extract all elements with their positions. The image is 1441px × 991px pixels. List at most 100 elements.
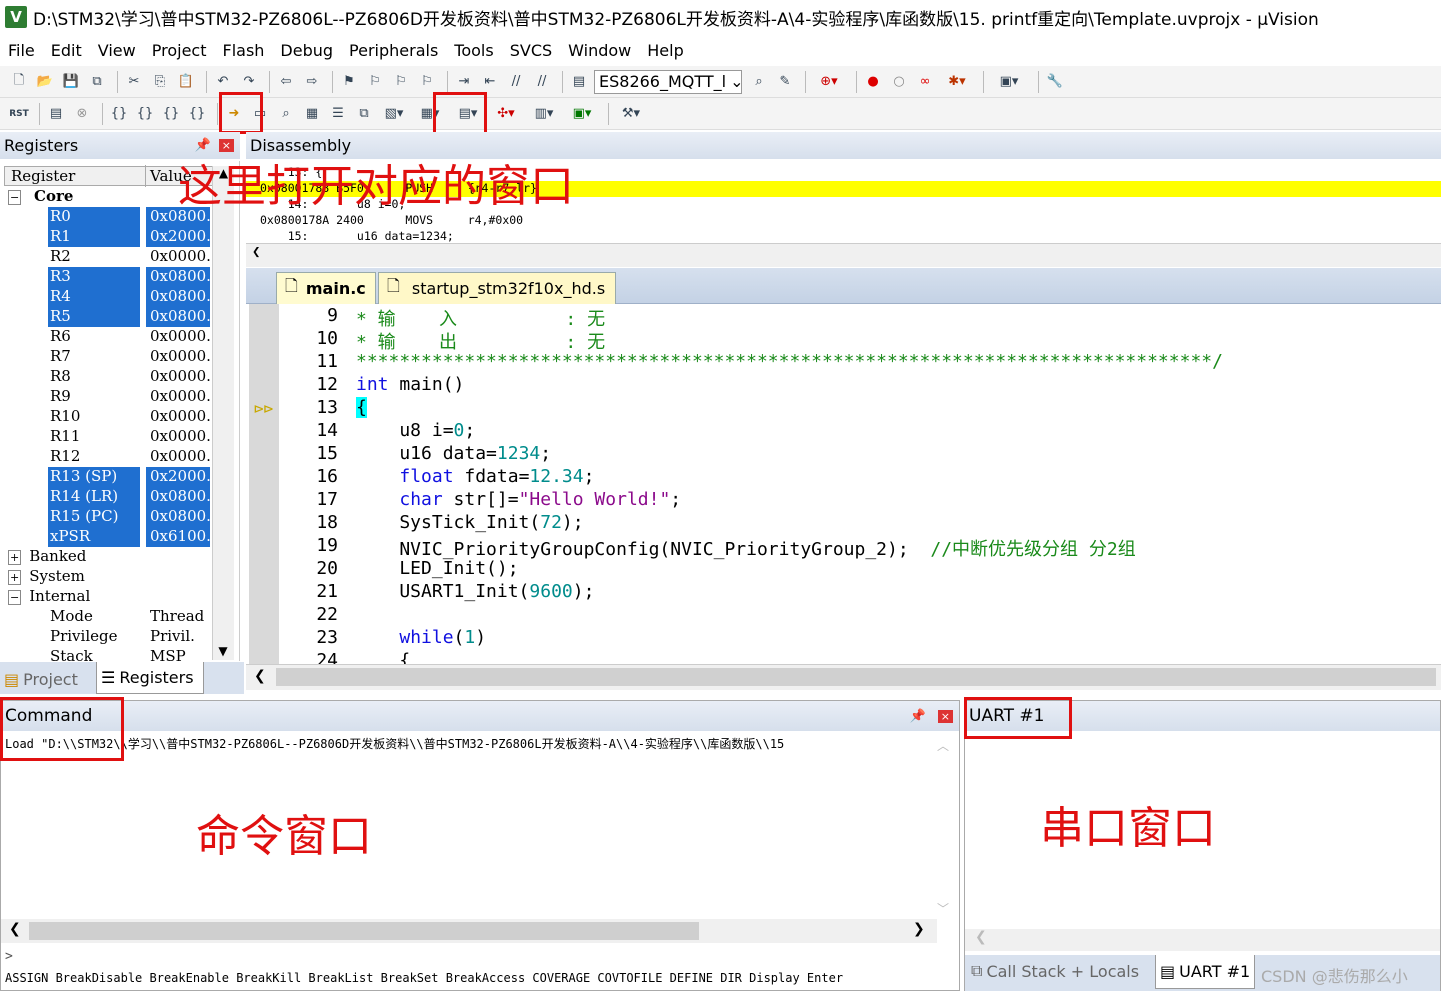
step-into-icon[interactable]: {} bbox=[108, 103, 130, 125]
menu-view[interactable]: View bbox=[90, 41, 144, 60]
bookmark-icon[interactable]: ⚑ bbox=[338, 71, 360, 93]
register-value[interactable]: 0x0800. bbox=[146, 487, 210, 507]
scroll-left-icon[interactable]: ❮ bbox=[975, 929, 987, 945]
menu-tools[interactable]: Tools bbox=[446, 41, 501, 60]
scroll-left-icon[interactable]: ❮ bbox=[9, 921, 21, 937]
new-file-icon[interactable]: 🗋 bbox=[8, 71, 30, 93]
close-icon[interactable]: × bbox=[937, 709, 953, 723]
nav-forward-icon[interactable]: ⇨ bbox=[301, 71, 323, 93]
undo-icon[interactable]: ↶ bbox=[212, 71, 234, 93]
uncomment-icon[interactable]: // bbox=[531, 71, 553, 93]
tab-startup[interactable]: 🗋 startup_stm32f10x_hd.s bbox=[378, 272, 616, 304]
menu-peripherals[interactable]: Peripherals bbox=[341, 41, 446, 60]
bookmark-next-icon[interactable]: ⚐ bbox=[390, 71, 412, 93]
code-line[interactable]: 17 char str[]="Hello World!"; bbox=[246, 489, 1441, 512]
code-line[interactable]: 9 * 输 入 : 无 bbox=[246, 305, 1441, 330]
code-line[interactable]: 24 { bbox=[246, 650, 1441, 664]
trace-window-icon[interactable]: ▥▾ bbox=[527, 103, 561, 125]
register-row[interactable]: R10 0x0000. bbox=[0, 407, 212, 427]
register-value[interactable]: 0x6100. bbox=[146, 527, 210, 547]
scroll-thumb[interactable] bbox=[29, 922, 699, 940]
menu-project[interactable]: Project bbox=[144, 41, 215, 60]
register-row[interactable]: R14 (LR) 0x0800. bbox=[0, 487, 212, 507]
code-line[interactable]: 13{ bbox=[246, 397, 1441, 420]
register-row[interactable]: R6 0x0000. bbox=[0, 327, 212, 347]
expand-icon[interactable]: + bbox=[8, 550, 22, 565]
register-column-header[interactable]: Register bbox=[11, 167, 75, 185]
code-line[interactable]: 19 NVIC_PriorityGroupConfig(NVIC_Priorit… bbox=[246, 535, 1441, 560]
cut-icon[interactable]: ✂ bbox=[123, 71, 145, 93]
register-row[interactable]: R9 0x0000. bbox=[0, 387, 212, 407]
register-value[interactable]: 0x0000. bbox=[146, 327, 210, 347]
bookmark-clear-icon[interactable]: ⚐ bbox=[416, 71, 438, 93]
scroll-down-icon[interactable]: ▼ bbox=[213, 644, 233, 658]
tab-call-stack[interactable]: ⧉ Call Stack + Locals bbox=[971, 961, 1139, 981]
system-viewer-icon[interactable]: ▣▾ bbox=[565, 103, 599, 125]
register-value[interactable]: 0x0000. bbox=[146, 407, 210, 427]
analysis-window-icon[interactable]: ✣▾ bbox=[489, 103, 523, 125]
run-icon[interactable]: ▤ bbox=[45, 103, 67, 125]
menu-debug[interactable]: Debug bbox=[272, 41, 341, 60]
menu-svcs[interactable]: SVCS bbox=[502, 41, 560, 60]
disassembly-hscrollbar[interactable]: ❮ bbox=[246, 243, 1441, 267]
collapse-icon[interactable]: − bbox=[8, 190, 22, 205]
register-row[interactable]: R7 0x0000. bbox=[0, 347, 212, 367]
register-row[interactable]: R1 0x2000. bbox=[0, 227, 212, 247]
register-row[interactable]: xPSR 0x6100. bbox=[0, 527, 212, 547]
bookmark-prev-icon[interactable]: ⚐ bbox=[364, 71, 386, 93]
code-line[interactable]: 23 while(1) bbox=[246, 627, 1441, 650]
register-group-banked[interactable]: + Banked bbox=[8, 547, 86, 567]
scroll-left-icon[interactable]: ❮ bbox=[252, 244, 260, 260]
register-row[interactable]: R8 0x0000. bbox=[0, 367, 212, 387]
command-prompt[interactable]: > bbox=[5, 949, 13, 964]
call-stack-window-icon[interactable]: ⧉ bbox=[353, 103, 375, 125]
uart-hscrollbar[interactable]: ❮ bbox=[965, 929, 1440, 951]
register-group-internal[interactable]: − Internal bbox=[8, 587, 90, 607]
register-row[interactable]: R3 0x0800. bbox=[0, 267, 212, 287]
code-line[interactable]: 12 int main() bbox=[246, 374, 1441, 397]
register-value[interactable]: 0x2000. bbox=[146, 467, 210, 487]
breakpoint-disable-icon[interactable]: ○ bbox=[888, 71, 910, 93]
code-line[interactable]: 14 u8 i=0; bbox=[246, 420, 1441, 443]
find-in-files-icon[interactable]: ▤ bbox=[568, 71, 590, 93]
menu-help[interactable]: Help bbox=[639, 41, 691, 60]
expand-icon[interactable]: + bbox=[8, 570, 22, 585]
tab-project[interactable]: ▤ Project bbox=[4, 666, 78, 692]
register-value[interactable]: 0x0000. bbox=[146, 247, 210, 267]
register-row[interactable]: R13 (SP) 0x2000. bbox=[0, 467, 212, 487]
paste-icon[interactable]: 📋 bbox=[175, 71, 197, 93]
register-value[interactable]: 0x0000. bbox=[146, 447, 210, 467]
configure-icon[interactable]: 🔧 bbox=[1044, 71, 1066, 93]
register-row[interactable]: R2 0x0000. bbox=[0, 247, 212, 267]
step-over-icon[interactable]: {} bbox=[134, 103, 156, 125]
breakpoint-icon[interactable]: ● bbox=[862, 71, 884, 93]
redo-icon[interactable]: ↷ bbox=[238, 71, 260, 93]
scroll-up-icon[interactable]: ︿ bbox=[937, 737, 957, 754]
command-hscrollbar[interactable]: ❮ ❯ bbox=[1, 919, 937, 943]
register-row[interactable]: R12 0x0000. bbox=[0, 447, 212, 467]
menu-edit[interactable]: Edit bbox=[43, 41, 90, 60]
comment-icon[interactable]: // bbox=[505, 71, 527, 93]
command-vscrollbar[interactable]: ︿ ﹀ bbox=[937, 737, 957, 917]
breakpoint-all-icon[interactable]: ✱▾ bbox=[940, 71, 974, 93]
symbols-window-icon[interactable]: ▦ bbox=[301, 103, 323, 125]
register-value[interactable]: 0x2000. bbox=[146, 227, 210, 247]
toolbox-icon[interactable]: ⚒▾ bbox=[614, 103, 648, 125]
scroll-left-icon[interactable]: ❮ bbox=[254, 668, 266, 684]
register-value[interactable]: 0x0800. bbox=[146, 267, 210, 287]
step-out-icon[interactable]: {} bbox=[160, 103, 182, 125]
scroll-down-icon[interactable]: ﹀ bbox=[937, 900, 949, 917]
code-line[interactable]: 16 float fdata=12.34; bbox=[246, 466, 1441, 489]
editor-hscrollbar[interactable]: ❮ bbox=[246, 664, 1441, 690]
tab-registers[interactable]: ☰ Registers bbox=[96, 662, 204, 694]
code-line[interactable]: 22 bbox=[246, 604, 1441, 627]
breakpoint-kill-icon[interactable]: ∞ bbox=[914, 71, 936, 93]
code-line[interactable]: 15 u16 data=1234; bbox=[246, 443, 1441, 466]
code-line[interactable]: 10 * 输 出 : 无 bbox=[246, 328, 1441, 353]
unindent-icon[interactable]: ⇤ bbox=[479, 71, 501, 93]
save-icon[interactable]: 💾 bbox=[60, 71, 82, 93]
register-row[interactable]: R4 0x0800. bbox=[0, 287, 212, 307]
open-file-icon[interactable]: 📂 bbox=[34, 71, 56, 93]
register-value[interactable]: 0x0000. bbox=[146, 427, 210, 447]
find-icon[interactable]: ⌕ bbox=[748, 71, 770, 93]
